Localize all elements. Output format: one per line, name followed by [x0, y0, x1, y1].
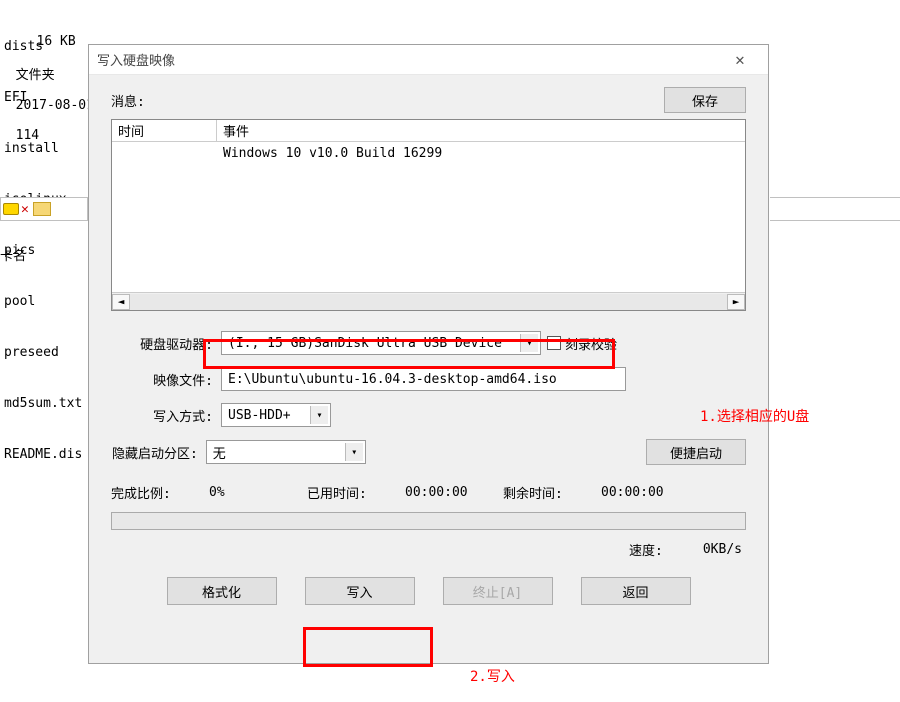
file-name: preseed [4, 344, 94, 361]
quick-boot-button[interactable]: 便捷启动 [646, 439, 746, 465]
verify-label: 刻录校验 [565, 334, 617, 353]
image-path-input[interactable]: E:\Ubuntu\ubuntu-16.04.3-desktop-amd64.i… [221, 367, 626, 391]
hide-partition-select[interactable]: 无 ▾ [206, 440, 366, 464]
drive-label: 硬盘驱动器: [111, 334, 221, 353]
background-toolbar: ✕ [0, 197, 88, 221]
horizontal-scrollbar[interactable]: ◄ ► [112, 292, 745, 310]
write-button[interactable]: 写入 [305, 577, 415, 605]
log-col-time: 时间 [112, 120, 217, 141]
remain-value: 00:00:00 [601, 485, 671, 500]
back-button[interactable]: 返回 [581, 577, 691, 605]
log-panel: 时间 事件 Windows 10 v10.0 Build 16299 ◄ ► [111, 119, 746, 311]
close-icon: ✕ [735, 50, 745, 69]
chevron-down-icon: ▾ [520, 334, 538, 352]
done-label: 完成比例: [111, 483, 181, 502]
speed-value: 0KB/s [703, 542, 742, 557]
elapsed-label: 已用时间: [307, 483, 377, 502]
file-name: README.dis [4, 446, 94, 463]
chevron-down-icon: ▾ [310, 406, 328, 424]
file-name: pool [4, 293, 94, 310]
folder-icon [33, 202, 51, 216]
mode-value: USB-HDD+ [228, 408, 291, 423]
background-toolbar-right [770, 197, 900, 221]
stop-button: 终止[A] [443, 577, 553, 605]
close-button[interactable]: ✕ [720, 46, 760, 74]
drive-select[interactable]: (I:, 15 GB)SanDisk Ultra USB Device ▾ [221, 331, 541, 355]
annotation-box-2 [303, 627, 433, 667]
write-mode-select[interactable]: USB-HDD+ ▾ [221, 403, 331, 427]
log-event-text: Windows 10 v10.0 Build 16299 [217, 146, 745, 161]
annotation-text-1: 1.选择相应的U盘 [700, 406, 809, 426]
image-path-value: E:\Ubuntu\ubuntu-16.04.3-desktop-amd64.i… [228, 372, 557, 387]
progress-bar [111, 512, 746, 530]
annotation-text-2: 2.写入 [470, 666, 515, 686]
verify-checkbox[interactable]: 刻录校验 [547, 334, 617, 353]
hide-value: 无 [213, 443, 226, 462]
column-header-name: 卡名 [0, 245, 26, 264]
scroll-track[interactable] [130, 294, 727, 310]
write-disk-image-dialog: 写入硬盘映像 ✕ 消息: 保存 时间 事件 Windows 10 v10.0 B… [88, 44, 769, 664]
key-icon [1, 203, 19, 215]
image-label: 映像文件: [111, 370, 221, 389]
done-value: 0% [209, 485, 279, 500]
dialog-title: 写入硬盘映像 [97, 50, 720, 69]
message-label: 消息: [111, 91, 664, 110]
mode-label: 写入方式: [111, 406, 221, 425]
scroll-left-icon[interactable]: ◄ [112, 294, 130, 310]
remain-label: 剩余时间: [503, 483, 573, 502]
drive-value: (I:, 15 GB)SanDisk Ultra USB Device [228, 336, 502, 351]
chevron-down-icon: ▾ [345, 443, 363, 461]
speed-label: 速度: [629, 540, 663, 559]
log-row: Windows 10 v10.0 Build 16299 [112, 146, 745, 161]
scroll-right-icon[interactable]: ► [727, 294, 745, 310]
log-col-event: 事件 [217, 121, 745, 140]
format-button[interactable]: 格式化 [167, 577, 277, 605]
elapsed-value: 00:00:00 [405, 485, 475, 500]
checkbox-box [547, 336, 561, 350]
file-name: md5sum.txt [4, 395, 94, 412]
save-button[interactable]: 保存 [664, 87, 746, 113]
hide-label: 隐藏启动分区: [111, 443, 206, 462]
delete-icon: ✕ [21, 202, 29, 217]
titlebar: 写入硬盘映像 ✕ [89, 45, 768, 75]
